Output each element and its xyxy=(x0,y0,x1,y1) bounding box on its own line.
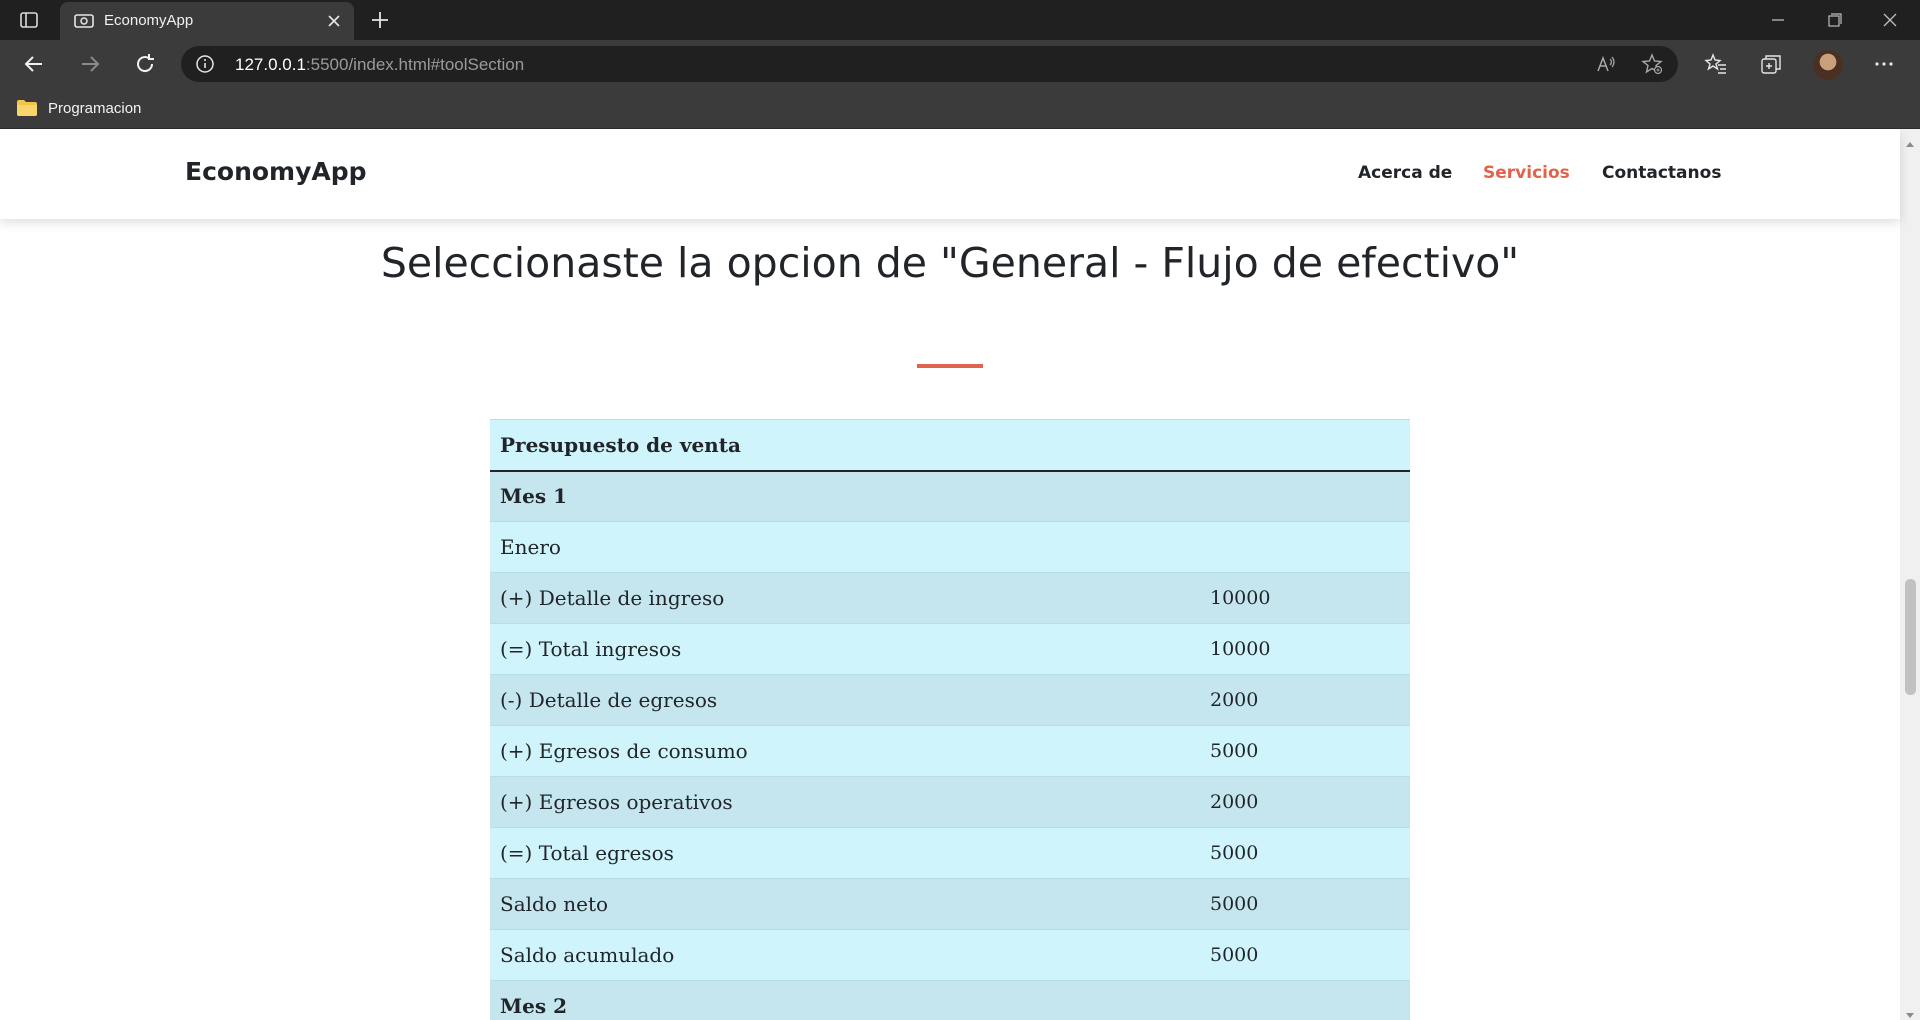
scroll-down-icon[interactable] xyxy=(1905,1005,1915,1018)
table-row: (=) Total egresos 5000 xyxy=(490,827,1410,879)
more-options-icon[interactable] xyxy=(1872,52,1896,76)
window-close-icon[interactable] xyxy=(1876,8,1904,32)
scroll-up-icon[interactable] xyxy=(1905,133,1915,147)
table-header: Presupuesto de venta xyxy=(490,419,1410,472)
scrollbar-thumb[interactable] xyxy=(1905,579,1916,695)
site-navbar: EconomyApp Acerca de Servicios Contactan… xyxy=(0,129,1900,219)
site-info-icon[interactable] xyxy=(195,54,215,74)
row-value: 10000 xyxy=(1200,623,1410,675)
tab-close-icon[interactable] xyxy=(324,11,344,31)
row-value: 2000 xyxy=(1200,674,1410,726)
row-label: (=) Total egresos xyxy=(490,827,1200,879)
row-label: (+) Egresos de consumo xyxy=(490,725,1200,777)
tab-title: EconomyApp xyxy=(104,12,194,29)
back-arrow-icon[interactable] xyxy=(22,52,46,76)
add-favorite-icon[interactable] xyxy=(1641,53,1663,75)
row-value xyxy=(1200,980,1410,1020)
browser-toolbar: 127.0.0.1:5500/index.html#toolSection xyxy=(0,40,1920,88)
table-row: (+) Egresos de consumo 5000 xyxy=(490,725,1410,777)
row-value: 5000 xyxy=(1200,878,1410,930)
folder-icon xyxy=(16,99,38,117)
row-label: Saldo acumulado xyxy=(490,929,1200,981)
url-path: :5500/index.html#toolSection xyxy=(305,55,525,74)
table-row: Mes 2 xyxy=(490,980,1410,1020)
browser-tab-bar: EconomyApp xyxy=(0,0,1920,40)
table-row: Saldo acumulado 5000 xyxy=(490,929,1410,981)
cash-flow-table: Presupuesto de venta Mes 1 Enero (+) Det… xyxy=(490,419,1410,1020)
bookmark-folder-programacion[interactable]: Programacion xyxy=(16,96,141,120)
table-row: (=) Total ingresos 10000 xyxy=(490,623,1410,675)
forward-arrow-icon[interactable] xyxy=(78,52,102,76)
row-label: (+) Detalle de ingreso xyxy=(490,572,1200,624)
row-label: Enero xyxy=(490,521,1200,573)
table-row: Saldo neto 5000 xyxy=(490,878,1410,930)
row-value xyxy=(1200,521,1410,573)
row-value: 5000 xyxy=(1200,725,1410,777)
row-value xyxy=(1200,470,1410,522)
url-host: 127.0.0.1 xyxy=(235,55,306,74)
row-label: Saldo neto xyxy=(490,878,1200,930)
brand-logo[interactable]: EconomyApp xyxy=(185,157,367,186)
row-label: (=) Total ingresos xyxy=(490,623,1200,675)
profile-avatar[interactable] xyxy=(1813,50,1843,80)
nav-link-about[interactable]: Acerca de xyxy=(1358,163,1452,183)
address-bar[interactable]: 127.0.0.1:5500/index.html#toolSection xyxy=(181,46,1678,82)
reload-icon[interactable] xyxy=(133,52,157,76)
minimize-icon[interactable] xyxy=(1764,8,1792,32)
read-aloud-icon[interactable] xyxy=(1595,53,1617,75)
row-value: 5000 xyxy=(1200,929,1410,981)
tab-favicon-icon xyxy=(74,13,94,29)
row-value: 10000 xyxy=(1200,572,1410,624)
row-label: (+) Egresos operativos xyxy=(490,776,1200,828)
nav-link-contact[interactable]: Contactanos xyxy=(1602,163,1721,183)
url-text[interactable]: 127.0.0.1:5500/index.html#toolSection xyxy=(235,55,524,75)
new-tab-icon[interactable] xyxy=(368,8,392,32)
page-viewport: EconomyApp Acerca de Servicios Contactan… xyxy=(0,129,1920,1020)
row-value: 2000 xyxy=(1200,776,1410,828)
table-row: (+) Egresos operativos 2000 xyxy=(490,776,1410,828)
bookmarks-bar: Programacion xyxy=(0,88,1920,129)
table-row: Mes 1 xyxy=(490,470,1410,522)
section-title: Seleccionaste la opcion de "General - Fl… xyxy=(380,239,1520,287)
collections-icon[interactable] xyxy=(1759,52,1783,76)
restore-icon[interactable] xyxy=(1820,8,1848,32)
row-label: (-) Detalle de egresos xyxy=(490,674,1200,726)
row-label: Mes 2 xyxy=(490,980,1200,1020)
table-row: (-) Detalle de egresos 2000 xyxy=(490,674,1410,726)
tab-actions-icon[interactable] xyxy=(18,9,40,31)
row-label: Mes 1 xyxy=(490,470,1200,522)
nav-link-services[interactable]: Servicios xyxy=(1483,163,1570,183)
row-value: 5000 xyxy=(1200,827,1410,879)
page-scrollbar[interactable] xyxy=(1900,129,1920,1020)
favorites-icon[interactable] xyxy=(1704,52,1728,76)
table-row: Enero xyxy=(490,521,1410,573)
browser-tab[interactable]: EconomyApp xyxy=(60,2,354,40)
title-divider xyxy=(917,364,983,368)
bookmark-label: Programacion xyxy=(48,99,142,117)
table-row: (+) Detalle de ingreso 10000 xyxy=(490,572,1410,624)
